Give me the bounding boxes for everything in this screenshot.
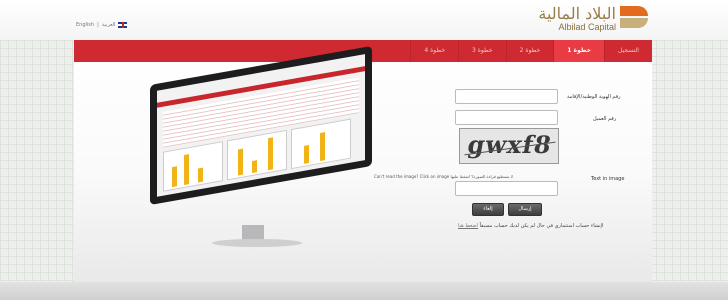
language-separator: | [97, 22, 99, 28]
language-switcher: English | العربية [76, 22, 128, 28]
monitor-base [212, 239, 302, 247]
logo-english-text: Albilad Capital [558, 22, 616, 32]
captcha-image[interactable]: gwxf8 [459, 128, 559, 164]
tab-step-4[interactable]: خطوة 4 [410, 40, 458, 62]
main-panel: التسجيل خطوة 1 خطوة 2 خطوة 3 خطوة 4 رقم … [74, 40, 652, 282]
tab-step-2[interactable]: خطوة 2 [505, 40, 554, 62]
uk-flag-icon[interactable] [118, 22, 128, 28]
monitor-illustration [132, 45, 382, 253]
logo-arabic-text: البلاد المالية [538, 4, 616, 23]
send-button[interactable]: إرسال [508, 203, 542, 216]
arabic-link[interactable]: العربية [102, 22, 116, 28]
create-account-note: لإنشاء حساب استثماري في حال لم يكن لديك … [458, 223, 604, 229]
site-header: English | العربية البلاد المالية Albilad… [0, 0, 728, 40]
create-account-link[interactable]: اضغط هنا [458, 223, 478, 229]
cancel-button[interactable]: إلغاء [472, 203, 504, 216]
client-number-label: رقم العميل [593, 116, 617, 122]
client-number-field[interactable] [455, 110, 558, 125]
national-id-field[interactable] [455, 89, 558, 104]
tab-step-3[interactable]: خطوة 3 [458, 40, 506, 62]
monitor-bezel [150, 45, 372, 206]
tab-step-1[interactable]: خطوة 1 [553, 40, 604, 62]
tab-registration[interactable]: التسجيل [604, 40, 652, 62]
captcha-hint: Can't read the image? Click on image لا … [374, 174, 514, 179]
monitor-screen [157, 54, 365, 197]
site-footer [0, 282, 728, 300]
create-account-text: لإنشاء حساب استثماري في حال لم يكن لديك … [479, 223, 604, 229]
logo[interactable]: البلاد المالية Albilad Capital [538, 6, 648, 33]
captcha-input[interactable] [455, 181, 558, 196]
logo-mark-icon [620, 6, 648, 30]
text-in-image-label: Text in image [591, 176, 625, 182]
english-link[interactable]: English [76, 22, 94, 28]
national-id-label: رقم الهوية الوطنية/الإقامة [567, 94, 621, 100]
